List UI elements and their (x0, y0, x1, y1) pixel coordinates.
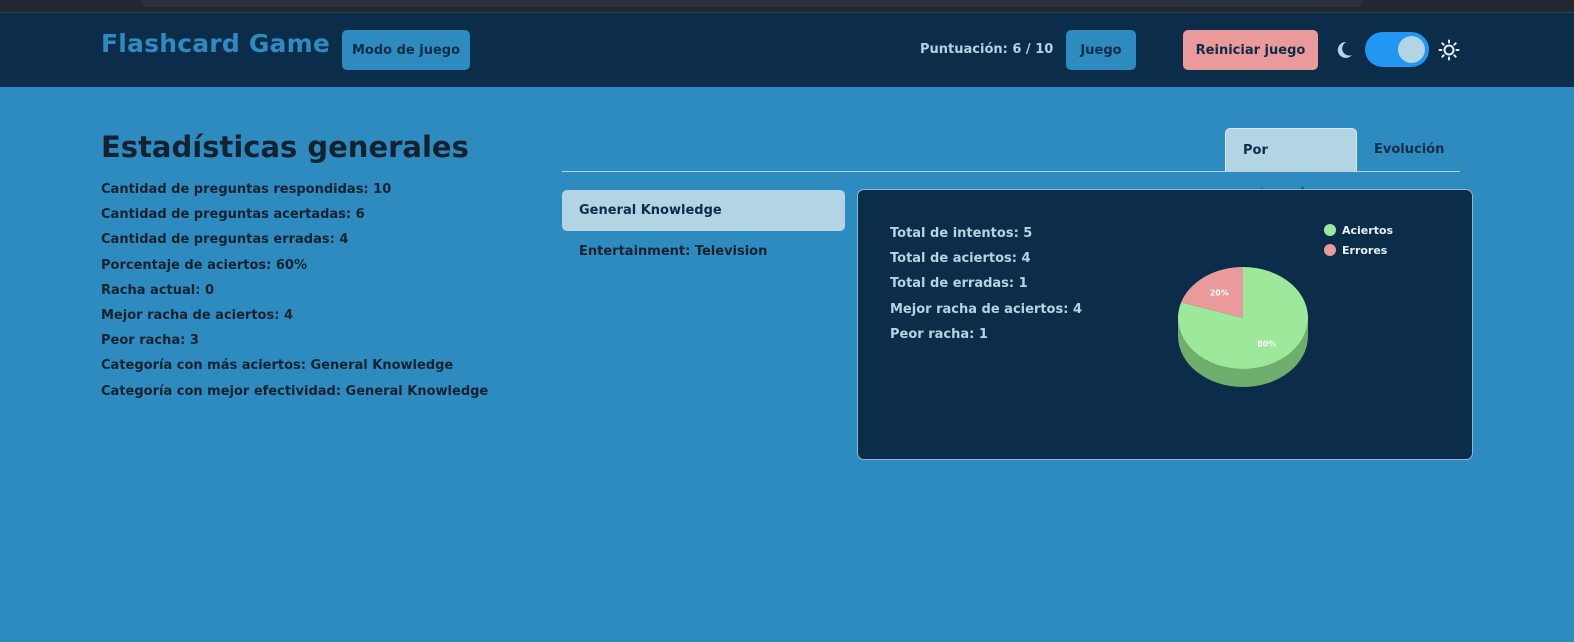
general-stats-title: Estadísticas generales (101, 130, 469, 164)
stat-worst-streak: Peor racha: 3 (101, 333, 199, 349)
cat-stat-wrong: Total de erradas: 1 (890, 276, 1028, 292)
game-button[interactable]: Juego (1066, 30, 1136, 70)
game-mode-button[interactable]: Modo de juego (342, 30, 470, 70)
stat-correct: Cantidad de preguntas acertadas: 6 (101, 207, 365, 223)
app-header: Flashcard Game Modo de juego Puntuación:… (0, 13, 1574, 87)
stat-best-streak: Mejor racha de aciertos: 4 (101, 307, 293, 323)
cat-stat-correct: Total de aciertos: 4 (890, 251, 1031, 267)
legend-dot-errores (1324, 244, 1336, 256)
stat-top-category: Categoría con más aciertos: General Know… (101, 358, 454, 374)
stat-percentage: Porcentaje de aciertos: 60% (101, 257, 307, 273)
browser-top-strip (0, 0, 1574, 13)
legend-item-aciertos: Aciertos (1324, 220, 1393, 240)
tabs-divider (562, 171, 1460, 172)
moon-icon (1337, 41, 1352, 58)
stat-current-streak: Racha actual: 0 (101, 282, 214, 298)
browser-tab-bar (142, 0, 1362, 7)
legend-dot-aciertos (1324, 224, 1336, 236)
theme-toggle[interactable] (1365, 32, 1429, 67)
legend-label-errores: Errores (1342, 243, 1388, 257)
tab-evolution[interactable]: Evolución (1357, 128, 1461, 172)
cat-stat-best-streak: Mejor racha de aciertos: 4 (890, 301, 1082, 317)
category-stats-panel: Total de intentos: 5 Total de aciertos: … (857, 189, 1473, 460)
stat-answered: Cantidad de preguntas respondidas: 10 (101, 182, 392, 197)
category-item-general-knowledge[interactable]: General Knowledge (562, 190, 845, 231)
category-pie-chart: 80% 20% (1178, 267, 1308, 387)
pie-label-aciertos: 80% (1257, 340, 1276, 349)
tab-by-category[interactable]: Por categoría (1225, 128, 1357, 202)
theme-toggle-knob (1398, 36, 1425, 63)
category-item-entertainment-television[interactable]: Entertainment: Television (562, 231, 845, 272)
general-stats-list: Cantidad de preguntas respondidas: 10 Ca… (101, 182, 488, 409)
legend-item-errores: Errores (1324, 240, 1393, 260)
stat-wrong: Cantidad de preguntas erradas: 4 (101, 232, 349, 248)
stat-best-effectiveness: Categoría con mejor efectividad: General… (101, 383, 489, 399)
category-stats-list: Total de intentos: 5 Total de aciertos: … (890, 226, 1082, 352)
sun-icon (1438, 39, 1460, 61)
pie-label-errores: 20% (1210, 288, 1229, 297)
reset-game-button[interactable]: Reiniciar juego (1183, 30, 1318, 70)
pie-legend: Aciertos Errores (1324, 220, 1393, 260)
score-label: Puntuación: 6 / 10 (920, 42, 1054, 57)
app-title: Flashcard Game (101, 29, 331, 58)
cat-stat-worst-streak: Peor racha: 1 (890, 326, 988, 342)
cat-stat-attempts: Total de intentos: 5 (890, 226, 1033, 241)
legend-label-aciertos: Aciertos (1342, 223, 1394, 237)
